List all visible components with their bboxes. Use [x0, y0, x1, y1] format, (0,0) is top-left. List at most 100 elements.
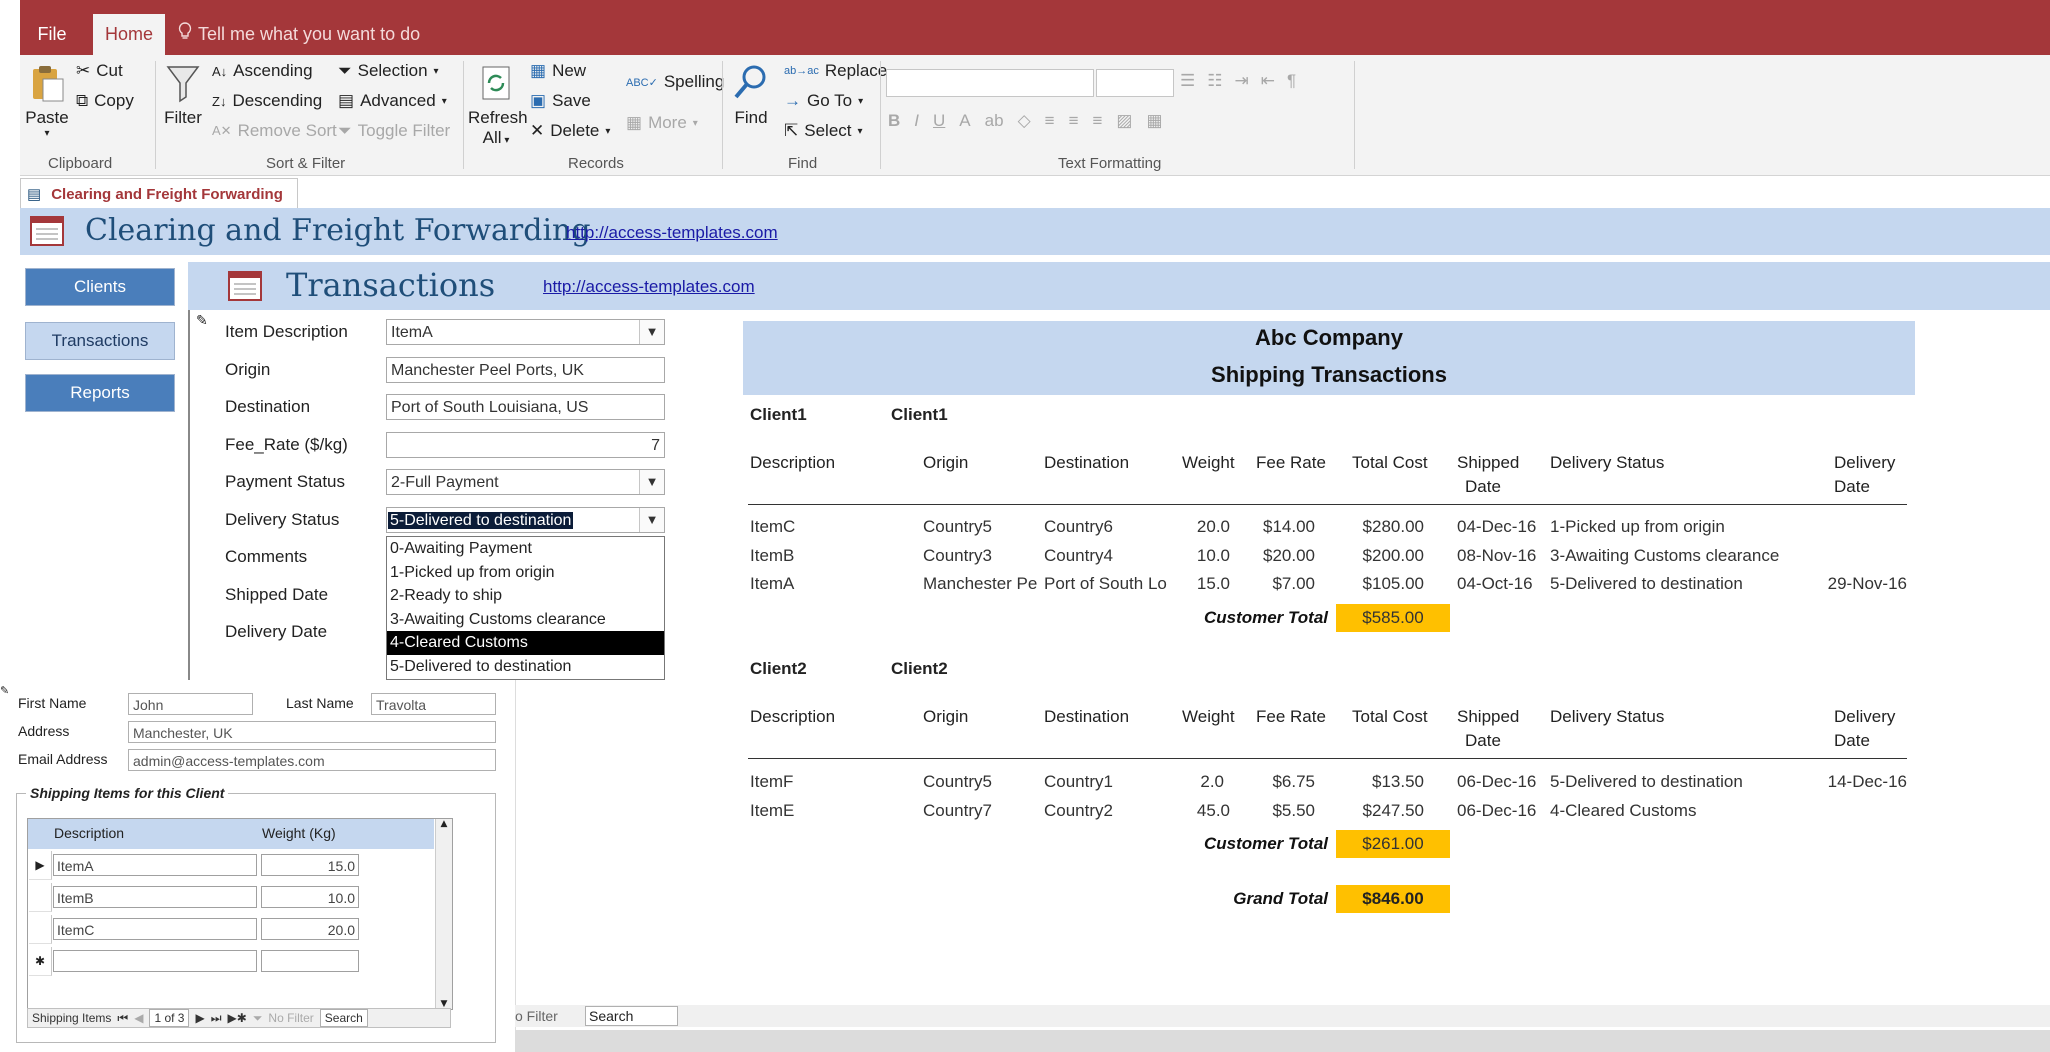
- shipping-items-grid: Description Weight (Kg) ▶ ItemA 15.0 Ite…: [27, 818, 453, 1010]
- new-row-asterisk-icon[interactable]: ✱: [29, 947, 52, 976]
- grid-cell-description[interactable]: ItemA: [53, 854, 257, 876]
- font-size-select[interactable]: [1096, 69, 1174, 97]
- tab-home[interactable]: Home: [93, 14, 165, 55]
- character-formatting-buttons[interactable]: B I U A ab ◇ ≡ ≡ ≡ ▨ ▦: [888, 111, 1163, 131]
- subform-search-field[interactable]: Search: [319, 1009, 368, 1027]
- delivery-status-combo[interactable]: 5-Delivered to destination ▼: [386, 507, 665, 533]
- row-status: 5-Delivered to destination: [1550, 772, 1743, 791]
- replace-button[interactable]: ab→ac Replace: [784, 61, 887, 81]
- more-label: More: [648, 113, 687, 132]
- selection-button[interactable]: ⏷ Selection ▾: [338, 61, 439, 81]
- goto-button[interactable]: → Go To ▾: [784, 91, 863, 111]
- advanced-button[interactable]: ▤ Advanced ▾: [338, 91, 447, 111]
- dropdown-option[interactable]: 2-Ready to ship: [387, 584, 664, 608]
- destination-field[interactable]: Port of South Louisiana, US: [386, 394, 665, 420]
- row-origin: Country3: [923, 546, 992, 565]
- no-filter-label[interactable]: o Filter: [515, 1008, 558, 1024]
- row-selector[interactable]: [29, 915, 52, 944]
- nav-clients-button[interactable]: Clients: [25, 268, 175, 306]
- nav-transactions-button[interactable]: Transactions: [25, 322, 175, 360]
- form-record-navigator: o Filter Search: [515, 1005, 2050, 1027]
- chevron-down-icon[interactable]: ▼: [639, 470, 664, 494]
- new-record-button[interactable]: ▦ New: [530, 61, 586, 81]
- address-field[interactable]: Manchester, UK: [128, 721, 496, 743]
- ascending-label: Ascending: [233, 61, 313, 80]
- grid-cell-weight[interactable]: 20.0: [261, 918, 359, 940]
- spelling-button[interactable]: ABC✓ Spelling: [626, 72, 724, 92]
- email-field[interactable]: admin@access-templates.com: [128, 749, 496, 771]
- row-shipped: 08-Nov-16: [1457, 546, 1537, 565]
- filter-button[interactable]: Filter: [158, 63, 208, 128]
- remove-sort-button[interactable]: A✕ Remove Sort: [212, 121, 337, 141]
- grid-header-weight[interactable]: Weight (Kg): [262, 825, 336, 841]
- toggle-filter-button[interactable]: ⏷ Toggle Filter: [338, 121, 450, 141]
- fee-rate-field[interactable]: 7: [386, 432, 665, 458]
- scissors-icon: ✂: [76, 61, 91, 80]
- dropdown-option[interactable]: 3-Awaiting Customs clearance: [387, 608, 664, 632]
- website-link[interactable]: http://access-templates.com: [566, 223, 778, 243]
- payment-status-combo[interactable]: 2-Full Payment ▼: [386, 469, 665, 495]
- ascending-button[interactable]: A↓ Ascending: [212, 61, 313, 81]
- row-selector-current-icon[interactable]: ▶: [29, 851, 52, 880]
- find-button[interactable]: Find: [726, 63, 776, 128]
- first-name-field[interactable]: John: [128, 693, 253, 715]
- save-button[interactable]: ▣ Save: [530, 91, 591, 111]
- form-search-field[interactable]: Search: [585, 1006, 678, 1026]
- object-tab-clearing[interactable]: ▤ Clearing and Freight Forwarding: [20, 178, 298, 209]
- col-description: Description: [750, 453, 836, 472]
- descending-button[interactable]: Z↓ Descending: [212, 91, 322, 111]
- filter-label: Filter: [164, 108, 202, 127]
- record-number-field[interactable]: 1 of 3: [149, 1009, 190, 1027]
- grid-cell-description[interactable]: ItemC: [53, 918, 257, 940]
- dropdown-option[interactable]: 5-Delivered to destination: [387, 655, 664, 679]
- dropdown-option[interactable]: 1-Picked up from origin: [387, 561, 664, 585]
- item-description-label: Item Description: [225, 322, 348, 341]
- previous-record-icon[interactable]: ◀: [134, 1011, 143, 1025]
- grid-cell-description[interactable]: ItemB: [53, 886, 257, 908]
- nav-reports-button[interactable]: Reports: [25, 374, 175, 412]
- descending-label: Descending: [232, 91, 323, 110]
- object-tab-label: Clearing and Freight Forwarding: [51, 185, 283, 203]
- grid-vertical-scrollbar[interactable]: ▲ ▼: [435, 819, 452, 1009]
- col-shipped-date: Date: [1465, 731, 1501, 750]
- row-status: 1-Picked up from origin: [1550, 517, 1725, 536]
- refresh-all-button[interactable]: Refresh All ▾: [468, 63, 528, 148]
- more-button[interactable]: ▦ More ▾: [626, 113, 698, 133]
- refresh-label: Refresh: [468, 108, 528, 127]
- no-filter-label[interactable]: No Filter: [268, 1011, 313, 1025]
- dropdown-option-highlighted[interactable]: 4-Cleared Customs: [387, 631, 664, 655]
- tab-file[interactable]: File: [20, 14, 84, 55]
- new-record-icon[interactable]: ▶✱: [228, 1011, 247, 1025]
- remove-sort-label: Remove Sort: [237, 121, 337, 140]
- last-name-field[interactable]: Travolta: [371, 693, 496, 715]
- cut-button[interactable]: ✂ Cut: [76, 61, 123, 81]
- list-formatting-buttons[interactable]: ☰ ☷ ⇥ ⇤ ¶: [1180, 71, 1296, 91]
- row-fee: $7.00: [1272, 574, 1315, 593]
- select-button[interactable]: ⇱ Select ▾: [784, 121, 863, 141]
- tell-me-search[interactable]: Tell me what you want to do: [178, 14, 420, 55]
- row-origin: Country7: [923, 801, 992, 820]
- new-row-description[interactable]: [53, 950, 257, 972]
- grid-cell-weight[interactable]: 15.0: [261, 854, 359, 876]
- origin-field[interactable]: Manchester Peel Ports, UK: [386, 357, 665, 383]
- next-record-icon[interactable]: ▶: [195, 1011, 204, 1025]
- chevron-down-icon[interactable]: ▼: [639, 508, 664, 532]
- chevron-down-icon[interactable]: ▼: [639, 320, 664, 344]
- dropdown-option[interactable]: 0-Awaiting Payment: [387, 537, 664, 561]
- grid-cell-weight[interactable]: 10.0: [261, 886, 359, 908]
- grid-header-description[interactable]: Description: [54, 825, 124, 841]
- last-record-icon[interactable]: ⏭: [211, 1011, 222, 1026]
- delivery-date-label: Delivery Date: [225, 622, 328, 641]
- scroll-up-icon[interactable]: ▲: [436, 819, 452, 829]
- paste-button[interactable]: Paste ▾: [22, 63, 72, 139]
- copy-button[interactable]: ⧉ Copy: [76, 91, 134, 111]
- new-row-weight[interactable]: [261, 950, 359, 972]
- first-record-icon[interactable]: ⏮: [117, 1011, 128, 1026]
- font-name-select[interactable]: [886, 69, 1094, 97]
- item-description-combo[interactable]: ItemA ▼: [386, 319, 665, 345]
- transactions-website-link[interactable]: http://access-templates.com: [543, 277, 755, 297]
- delete-button[interactable]: ✕ Delete ▾: [530, 121, 610, 141]
- row-destination: Country6: [1044, 517, 1113, 536]
- row-selector[interactable]: [29, 883, 52, 912]
- col-delivery-date: Date: [1834, 731, 1870, 750]
